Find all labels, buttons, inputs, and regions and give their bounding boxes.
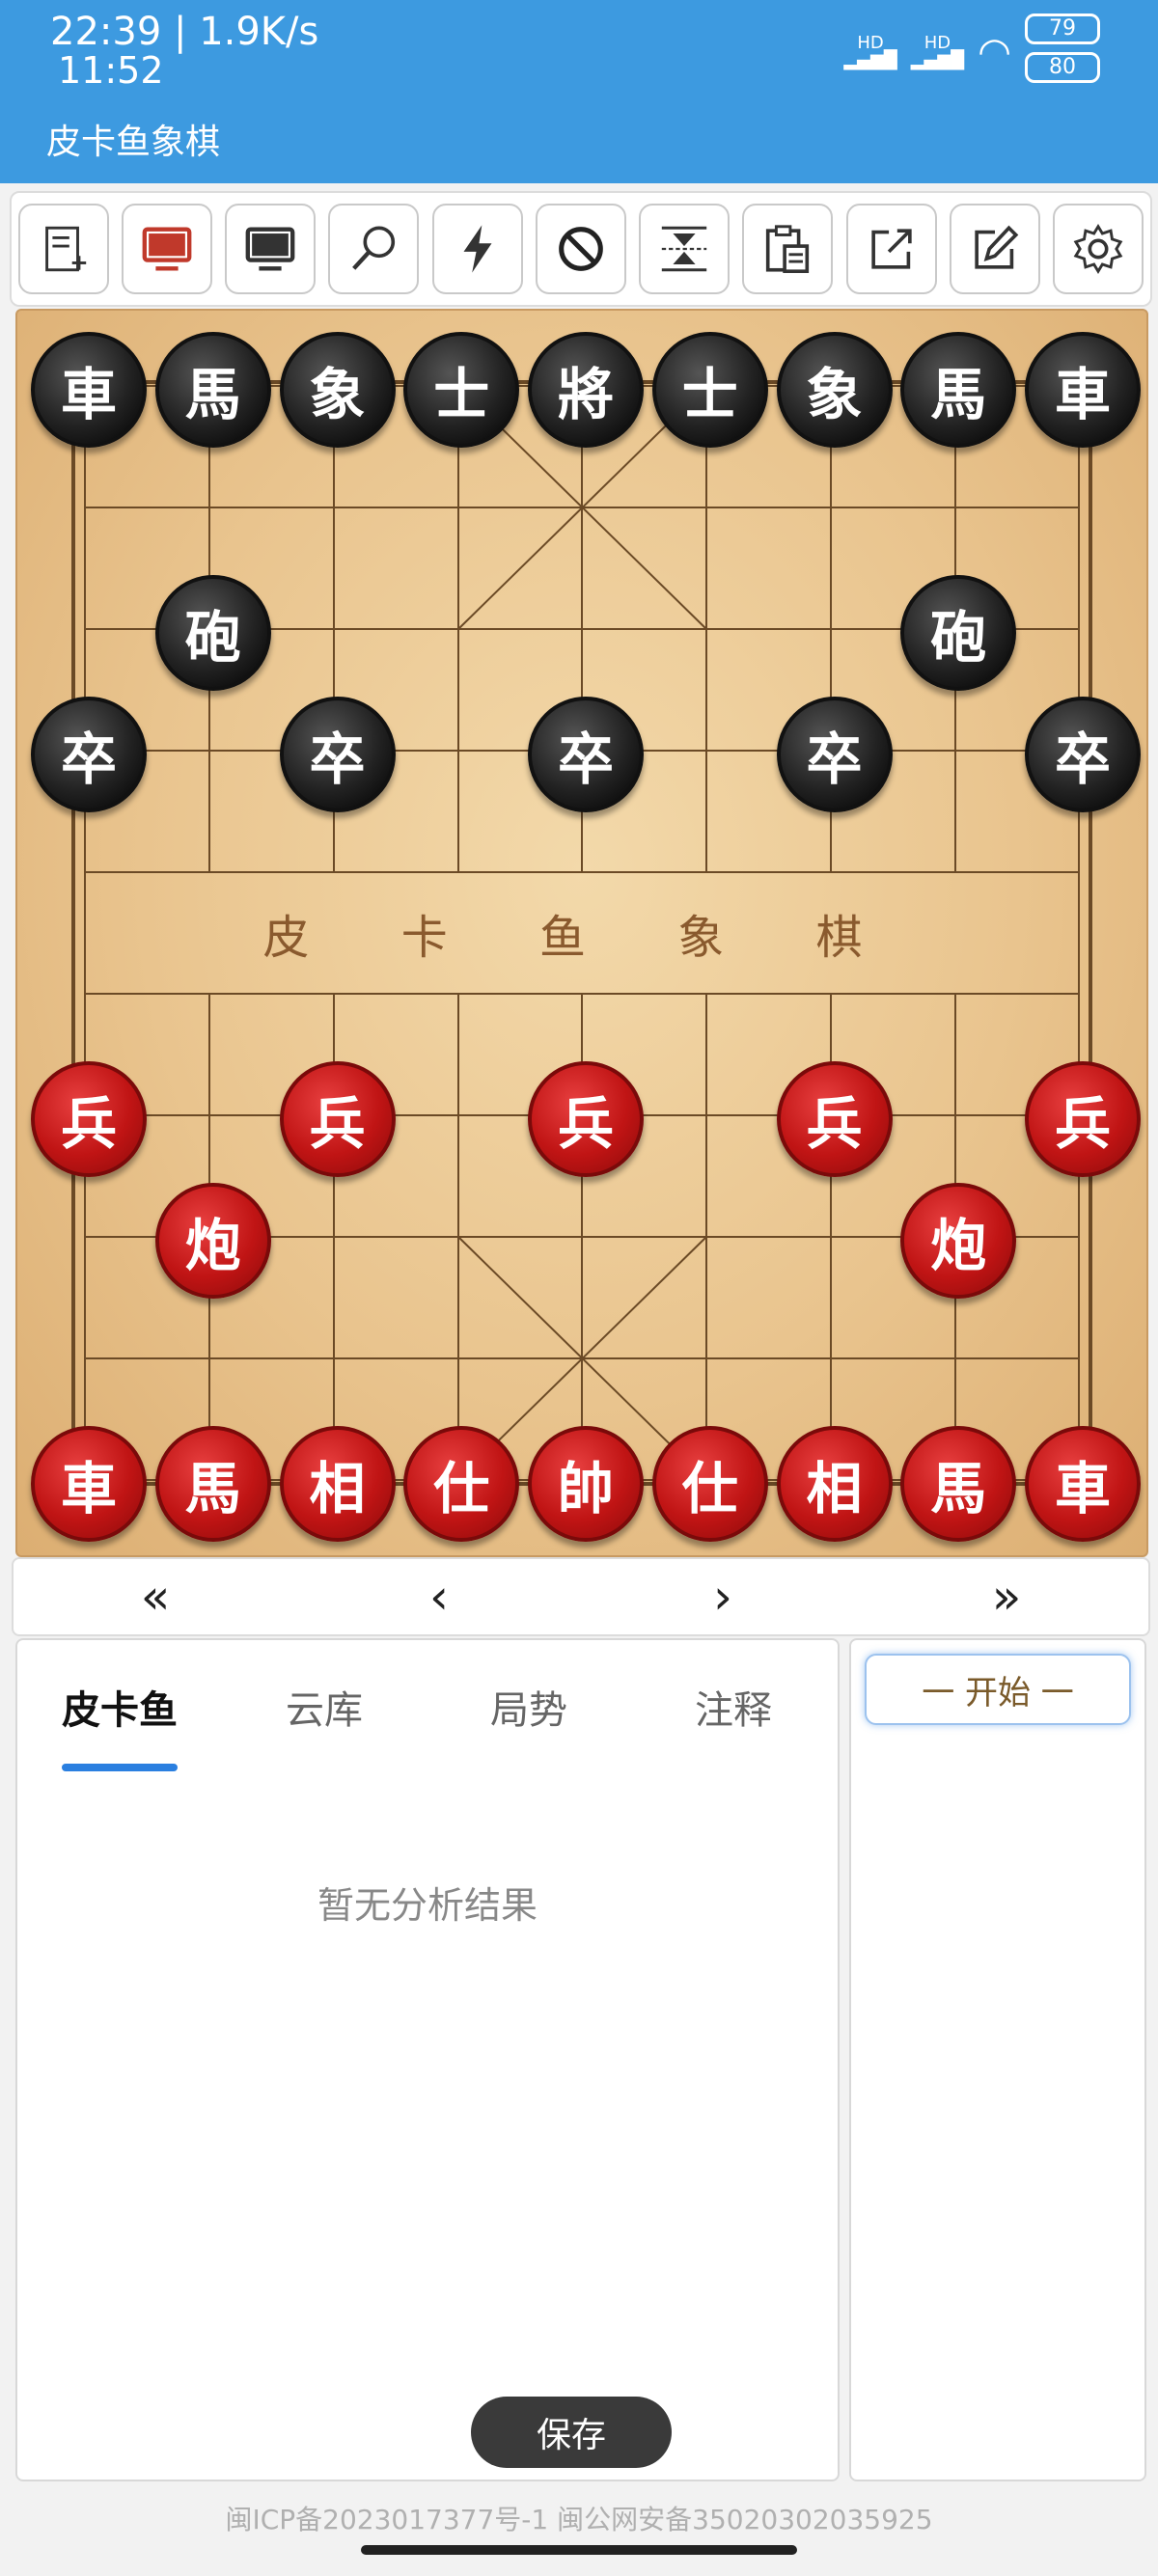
share-button[interactable] [845, 204, 937, 294]
empty-analysis-text: 暂无分析结果 [317, 1884, 538, 1927]
red-piece[interactable]: 兵 [1025, 1061, 1141, 1177]
new-game-icon [44, 226, 86, 272]
wifi-icon: ◠ [978, 30, 1011, 74]
red-piece[interactable]: 兵 [776, 1061, 893, 1177]
river-text: 皮 卡 鱼 象 棋 [262, 911, 901, 965]
quick-move-button[interactable] [431, 204, 523, 294]
search-button[interactable] [328, 204, 420, 294]
black-piece[interactable]: 卒 [31, 697, 147, 812]
settings-button[interactable] [1053, 204, 1144, 294]
black-piece[interactable]: 馬 [900, 332, 1017, 448]
app-header: 22:39 | 1.9K/s 11:52 HD ▂▄▆█ HD ▂▄▆█ ◠ 79 … [0, 0, 1158, 183]
tab-cloud[interactable]: 云库 [222, 1679, 427, 1735]
red-piece[interactable]: 兵 [279, 1061, 396, 1177]
search-icon [352, 226, 396, 270]
block-icon [559, 227, 603, 271]
home-indicator[interactable] [361, 2545, 797, 2555]
status-time: 22:39 | 1.9K/s [50, 10, 319, 54]
page-title: 皮卡鱼象棋 [46, 123, 221, 162]
red-piece[interactable]: 相 [279, 1426, 396, 1542]
tab-engine[interactable]: 皮卡鱼 [17, 1679, 222, 1735]
analysis-panel: 皮卡鱼 云库 局势 注释 暂无分析结果 [15, 1638, 840, 2481]
chess-board[interactable]: 皮 卡 鱼 象 棋 車馬象士將士象馬車砲砲卒卒卒卒卒兵兵兵兵兵炮炮車馬相仕帥仕相… [15, 309, 1148, 1557]
paste-button[interactable] [742, 204, 834, 294]
black-piece[interactable]: 車 [1025, 332, 1141, 448]
battery-icon-2: 80 [1025, 52, 1100, 83]
clipboard-icon [766, 225, 810, 274]
move-list-panel: 一 开始 一 [849, 1638, 1146, 2481]
black-piece[interactable]: 士 [651, 332, 768, 448]
computer-black-icon [245, 227, 295, 271]
black-piece[interactable]: 卒 [1025, 697, 1141, 812]
flip-icon [662, 226, 707, 272]
red-piece[interactable]: 仕 [403, 1426, 520, 1542]
computer-red-button[interactable] [121, 204, 212, 294]
black-piece[interactable]: 將 [528, 332, 644, 448]
black-piece[interactable]: 士 [403, 332, 520, 448]
computer-black-button[interactable] [225, 204, 317, 294]
status-icons: HD ▂▄▆█ HD ▂▄▆█ ◠ 79 80 [843, 14, 1100, 91]
red-piece[interactable]: 馬 [154, 1426, 271, 1542]
first-move-button[interactable]: « [59, 1569, 252, 1625]
start-position-item[interactable]: 一 开始 一 [865, 1654, 1131, 1725]
footer-license: 闽ICP备2023017377号-1 闽公网安备35020302035925 [225, 2504, 933, 2535]
red-piece[interactable]: 相 [776, 1426, 893, 1542]
prev-move-button[interactable]: ‹ [343, 1569, 536, 1625]
next-move-button[interactable]: › [626, 1569, 819, 1625]
red-piece[interactable]: 車 [1025, 1426, 1141, 1542]
computer-red-icon [142, 227, 192, 271]
red-piece[interactable]: 帥 [528, 1426, 644, 1542]
black-piece[interactable]: 車 [31, 332, 147, 448]
last-move-button[interactable]: » [910, 1569, 1103, 1625]
new-game-button[interactable] [17, 204, 109, 294]
black-piece[interactable]: 象 [279, 332, 396, 448]
red-piece[interactable]: 仕 [651, 1426, 768, 1542]
black-piece[interactable]: 卒 [776, 697, 893, 812]
status-secondary-time: 11:52 [58, 49, 164, 92]
black-piece[interactable]: 馬 [154, 332, 271, 448]
black-piece[interactable]: 卒 [528, 697, 644, 812]
signal-icon: HD ▂▄▆█ [843, 33, 897, 70]
tab-notes[interactable]: 注释 [631, 1679, 836, 1735]
black-piece[interactable]: 卒 [279, 697, 396, 812]
save-button[interactable]: 保存 [471, 2397, 672, 2468]
share-icon [871, 229, 912, 269]
battery-icon: 79 [1025, 14, 1100, 44]
stop-button[interactable] [535, 204, 626, 294]
move-navigation: « ‹ › » [12, 1557, 1150, 1636]
black-piece[interactable]: 象 [776, 332, 893, 448]
red-piece[interactable]: 馬 [900, 1426, 1017, 1542]
black-piece[interactable]: 砲 [154, 575, 271, 691]
edit-button[interactable] [950, 204, 1041, 294]
analysis-tabs: 皮卡鱼 云库 局势 注释 [17, 1679, 838, 1735]
edit-icon [975, 225, 1019, 269]
red-piece[interactable]: 車 [31, 1426, 147, 1542]
red-piece[interactable]: 炮 [900, 1183, 1017, 1299]
tab-situation[interactable]: 局势 [427, 1679, 631, 1735]
red-piece[interactable]: 炮 [154, 1183, 271, 1299]
data-speed: HD ▂▄▆█ [910, 33, 965, 70]
black-piece[interactable]: 砲 [900, 575, 1017, 691]
toolbar [10, 191, 1152, 307]
lightning-icon [463, 225, 492, 273]
gear-icon [1073, 223, 1123, 275]
flip-board-button[interactable] [639, 204, 731, 294]
red-piece[interactable]: 兵 [528, 1061, 644, 1177]
active-tab-indicator [62, 1764, 178, 1771]
red-piece[interactable]: 兵 [31, 1061, 147, 1177]
